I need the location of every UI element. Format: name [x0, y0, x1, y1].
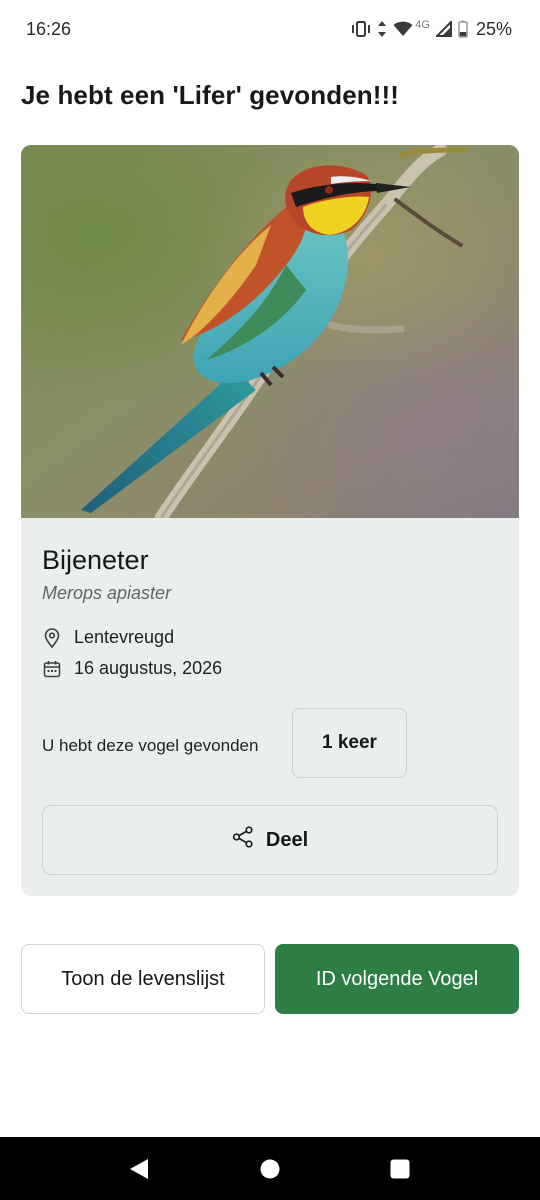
- wifi-icon: [393, 21, 413, 37]
- recents-icon[interactable]: [389, 1158, 411, 1180]
- identify-next-bird-button[interactable]: ID volgende Vogel: [275, 944, 519, 1014]
- location-row: Lentevreugd: [42, 627, 174, 648]
- share-icon: [232, 826, 254, 854]
- date-row: 16 augustus, 2026: [42, 658, 222, 679]
- network-type-label: 4G: [415, 19, 430, 31]
- bird-common-name: Bijeneter: [42, 545, 149, 575]
- battery-percentage: 25%: [475, 18, 512, 39]
- vibrate-icon: [351, 20, 371, 38]
- back-icon[interactable]: [128, 1158, 150, 1180]
- status-bar: 16:26 4G 25%: [0, 0, 540, 58]
- status-icons: 4G 25%: [351, 18, 512, 40]
- bird-latin-name: Merops apiaster: [42, 583, 172, 603]
- status-time: 16:26: [26, 19, 72, 39]
- calendar-icon: [42, 659, 62, 679]
- show-lifelist-button[interactable]: Toon de levenslijst: [21, 944, 265, 1014]
- bird-card: Bijeneter Merops apiaster Lentevreugd 16…: [21, 145, 519, 896]
- page-title: Je hebt een 'Lifer' gevonden!!!: [21, 80, 400, 110]
- found-count-label: U hebt deze vogel gevonden: [42, 736, 259, 755]
- home-icon[interactable]: [259, 1158, 281, 1180]
- location-text: Lentevreugd: [74, 627, 175, 647]
- bee-eater-photo: [21, 145, 519, 518]
- share-button[interactable]: Deel: [42, 805, 498, 875]
- found-count-badge: 1 keer: [292, 708, 407, 778]
- navigation-bar: [0, 1137, 540, 1200]
- data-transfer-icon: [377, 20, 387, 38]
- share-label: Deel: [265, 828, 309, 851]
- date-text: 16 augustus, 2026: [74, 658, 223, 678]
- battery-icon: [458, 20, 468, 38]
- location-pin-icon: [42, 627, 62, 648]
- cell-signal-icon: [435, 21, 452, 37]
